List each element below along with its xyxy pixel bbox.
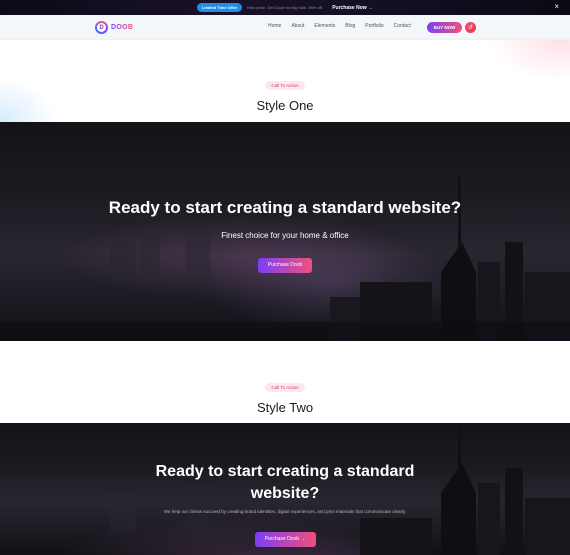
logo-text: DOOB	[111, 24, 134, 31]
style-two-heading: Call To Action Style Two	[0, 376, 570, 415]
section-title: Style Two	[256, 400, 314, 415]
section-pill: Call To Action	[265, 383, 305, 392]
refresh-icon[interactable]: ↺	[465, 22, 476, 33]
cta-two-content: Ready to start creating a standard websi…	[0, 461, 570, 547]
announcement-text: Intro price. Get Doob for Big Sale -95% …	[247, 5, 324, 10]
nav-item-home[interactable]: Home	[268, 23, 281, 29]
nav-item-blog[interactable]: Blog	[345, 23, 355, 29]
purchase-now-link[interactable]: Purchase Now →	[332, 5, 373, 11]
cta-title: Ready to start creating a standard websi…	[108, 198, 462, 217]
cta-banner-two: Ready to start creating a standard websi…	[0, 423, 570, 555]
nav-item-about[interactable]: About	[291, 23, 304, 29]
nav-item-contact[interactable]: Contact	[394, 23, 411, 29]
cta-one-content: Ready to start creating a standard websi…	[0, 198, 570, 273]
limited-offer-badge: Limited Time Offer	[196, 3, 243, 12]
logo[interactable]: D DOOB	[95, 21, 133, 34]
purchase-doob-button[interactable]: Purchase Doob	[258, 257, 312, 273]
style-one-heading: Call To Action Style One	[0, 74, 570, 113]
buy-now-button[interactable]: BUY NOW	[427, 22, 462, 33]
cta-title-line1: Ready to start creating a standard	[155, 463, 415, 480]
logo-letter: D	[97, 23, 106, 32]
purchase-doob-button[interactable]: Purchase Doob →	[254, 531, 316, 547]
announcement-bar: Limited Time Offer Intro price. Get Doob…	[0, 0, 570, 15]
section-title: Style One	[256, 98, 314, 113]
site-header: D DOOB Home About Elements Blog Portfoli…	[0, 15, 570, 40]
section-pill: Call To Action	[265, 81, 305, 90]
cta-title-line2: website?	[250, 485, 320, 502]
logo-mark-icon: D	[95, 21, 108, 34]
close-icon[interactable]: ×	[554, 2, 559, 12]
nav-item-portfolio[interactable]: Portfolio	[365, 23, 383, 29]
nav-item-elements[interactable]: Elements	[314, 23, 335, 29]
cta-banner-one: Ready to start creating a standard websi…	[0, 122, 570, 341]
main-nav: Home About Elements Blog Portfolio Conta…	[268, 23, 421, 29]
cta-subtitle: Finest choice for your home & office	[221, 231, 349, 240]
cta-subtitle: We help our clients succeed by creating …	[163, 509, 407, 514]
